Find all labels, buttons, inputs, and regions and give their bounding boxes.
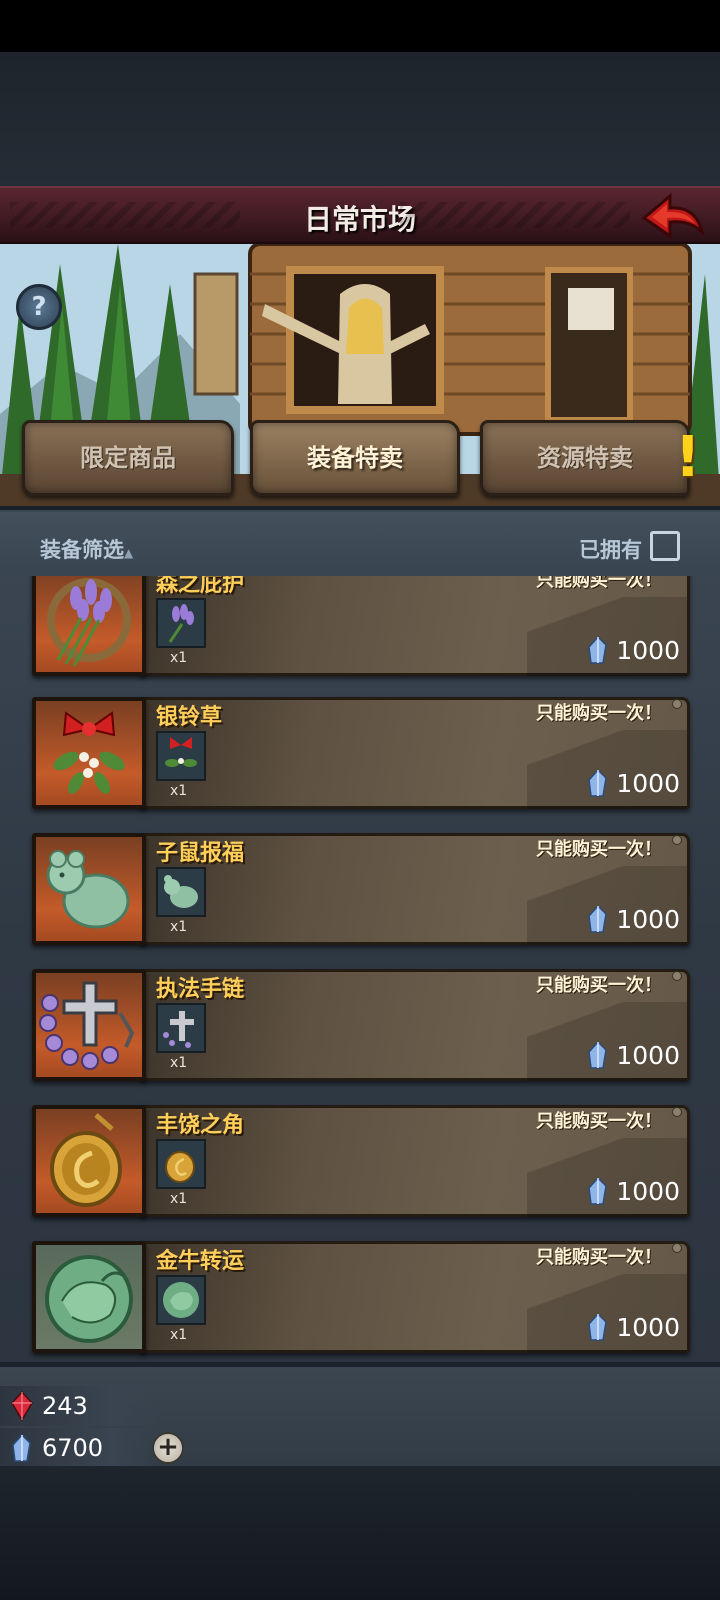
blue-crystal-icon xyxy=(588,905,608,933)
item-info-dot xyxy=(672,971,682,981)
item-name: 银铃草 xyxy=(156,705,223,730)
ruby-balance: 243 xyxy=(0,1386,160,1426)
purchase-limit-text: 只能购买一次！ xyxy=(536,576,662,591)
gold-amulet-icon xyxy=(32,1105,146,1217)
mistletoe-icon xyxy=(32,697,146,809)
item-name: 森之庇护 xyxy=(156,576,245,597)
blue-crystal-icon xyxy=(588,636,608,664)
list-item[interactable]: 金牛转运 只能购买一次！ x1 1000 xyxy=(32,1241,690,1353)
item-quantity: x1 xyxy=(170,1327,188,1343)
cross-bracelet-icon xyxy=(32,969,146,1081)
item-name: 执法手链 xyxy=(156,977,245,1002)
blue-crystal-icon xyxy=(588,1041,608,1069)
blue-crystal-icon xyxy=(12,1434,31,1462)
ruby-count: 243 xyxy=(42,1392,88,1420)
cross-bracelet-thumb-icon xyxy=(156,1003,206,1053)
price-value: 1000 xyxy=(616,635,680,665)
filter-label: 装备筛选 xyxy=(40,538,124,562)
back-button[interactable] xyxy=(640,192,706,242)
item-name: 子鼠报福 xyxy=(156,841,245,866)
red-ruby-icon xyxy=(11,1391,33,1421)
sort-triangle-icon: ▲ xyxy=(124,546,134,560)
bottom-backdrop xyxy=(0,1466,720,1600)
item-info-dot xyxy=(672,1243,682,1253)
jade-ox-thumb-icon xyxy=(156,1275,206,1325)
price-tag: 1000 xyxy=(586,1175,680,1207)
mistletoe-thumb-icon xyxy=(156,731,206,781)
tab-resource-sale[interactable]: 资源特卖 xyxy=(480,420,690,496)
top-backdrop xyxy=(0,52,720,186)
plus-icon: + xyxy=(157,1432,179,1462)
blue-crystal-icon xyxy=(588,1313,608,1341)
gem-count: 6700 xyxy=(42,1434,104,1462)
blue-crystal-icon xyxy=(588,1177,608,1205)
owned-checkbox[interactable] xyxy=(650,531,680,561)
tab-limited-items[interactable]: 限定商品 xyxy=(22,420,234,496)
item-quantity: x1 xyxy=(170,650,188,666)
blue-crystal-icon xyxy=(588,769,608,797)
jade-ox-icon xyxy=(32,1241,146,1353)
price-value: 1000 xyxy=(616,768,680,798)
status-bar-area xyxy=(0,0,720,52)
item-name: 金牛转运 xyxy=(156,1249,245,1274)
jade-rat-thumb-icon xyxy=(156,867,206,917)
price-tag: 1000 xyxy=(586,767,680,799)
price-value: 1000 xyxy=(616,1312,680,1342)
item-quantity: x1 xyxy=(170,783,188,799)
purchase-limit-text: 只能购买一次！ xyxy=(536,839,662,860)
exclamation-alert-icon: ! xyxy=(675,425,701,490)
tab-equipment-sale[interactable]: 装备特卖 xyxy=(250,420,460,496)
price-value: 1000 xyxy=(616,904,680,934)
price-tag: 1000 xyxy=(586,903,680,935)
price-value: 1000 xyxy=(616,1176,680,1206)
red-back-arrow-icon xyxy=(641,192,705,239)
page-title: 日常市场 xyxy=(303,203,416,236)
help-icon: ? xyxy=(31,292,47,322)
list-item[interactable]: 子鼠报福 只能购买一次！ x1 1000 xyxy=(32,833,690,945)
help-button[interactable]: ? xyxy=(16,284,62,330)
item-name: 丰饶之角 xyxy=(156,1113,245,1138)
list-item[interactable]: 森之庇护 只能购买一次！ x1 1000 xyxy=(32,576,690,676)
lavender-thumb-icon xyxy=(156,598,206,648)
purchase-limit-text: 只能购买一次！ xyxy=(536,1111,662,1132)
purchase-limit-text: 只能购买一次！ xyxy=(536,1247,662,1268)
item-list[interactable]: 森之庇护 只能购买一次！ x1 1000 银铃草 只能购买一次！ x1 1000… xyxy=(0,576,720,1362)
item-info-dot xyxy=(672,699,682,709)
list-item[interactable]: 丰饶之角 只能购买一次！ x1 1000 xyxy=(32,1105,690,1217)
add-gems-button[interactable]: + xyxy=(152,1432,184,1464)
price-tag: 1000 xyxy=(586,634,680,666)
title-bar: 日常市场 xyxy=(0,186,720,244)
owned-label: 已拥有 xyxy=(579,538,642,562)
item-quantity: x1 xyxy=(170,1055,188,1071)
price-tag: 1000 xyxy=(586,1039,680,1071)
list-item[interactable]: 执法手链 只能购买一次！ x1 1000 xyxy=(32,969,690,1081)
gem-balance: 6700 xyxy=(0,1428,160,1468)
lavender-bundle-icon xyxy=(32,576,146,676)
item-quantity: x1 xyxy=(170,1191,188,1207)
item-info-dot xyxy=(672,835,682,845)
equipment-filter-dropdown[interactable]: 装备筛选▲ xyxy=(40,534,133,564)
jade-rat-icon xyxy=(32,833,146,945)
purchase-limit-text: 只能购买一次！ xyxy=(536,975,662,996)
gold-amulet-thumb-icon xyxy=(156,1139,206,1189)
item-quantity: x1 xyxy=(170,919,188,935)
item-info-dot xyxy=(672,1107,682,1117)
list-item[interactable]: 银铃草 只能购买一次！ x1 1000 xyxy=(32,697,690,809)
price-value: 1000 xyxy=(616,1040,680,1070)
price-tag: 1000 xyxy=(586,1311,680,1343)
purchase-limit-text: 只能购买一次！ xyxy=(536,703,662,724)
